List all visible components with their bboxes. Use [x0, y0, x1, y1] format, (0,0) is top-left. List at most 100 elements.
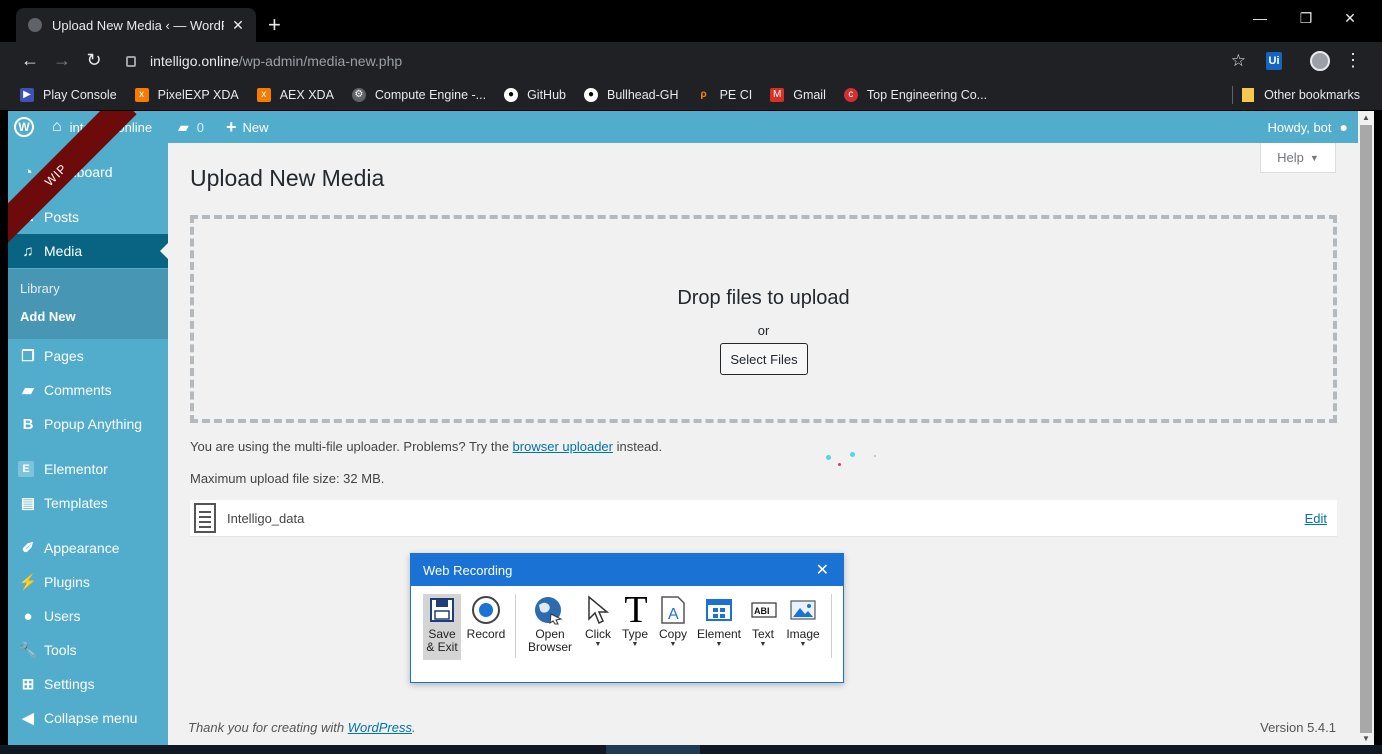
- save-icon: [425, 594, 459, 626]
- bookmark[interactable]: ⚙ Compute Engine -...: [351, 88, 487, 102]
- type-button[interactable]: T Type ▼: [619, 589, 651, 660]
- restore-icon[interactable]: ❐: [1296, 10, 1316, 27]
- chevron-down-icon: ▼: [594, 641, 602, 648]
- my-account-link[interactable]: Howdy, bot ●: [1267, 111, 1348, 143]
- bookmark-label: Gmail: [793, 88, 826, 102]
- xda-icon: x: [256, 88, 271, 102]
- submenu-library[interactable]: Library: [20, 281, 60, 296]
- menu-elementor[interactable]: E Elementor: [8, 452, 168, 486]
- drop-zone[interactable]: Drop files to upload or Select Files: [190, 215, 1337, 423]
- bookmark[interactable]: x AEX XDA: [256, 88, 334, 102]
- menu-popup-anything[interactable]: B Popup Anything: [8, 407, 168, 441]
- tool-label: Open Browser: [527, 627, 572, 654]
- new-label: New: [242, 119, 269, 135]
- file-name: Intelligo_data: [227, 511, 305, 526]
- bookmark-label: AEX XDA: [279, 88, 334, 102]
- page-scrollbar[interactable]: ▲ ▼: [1358, 111, 1374, 745]
- text-button[interactable]: ABI Text ▼: [747, 594, 779, 660]
- bookmark[interactable]: ρ PE CI: [697, 88, 752, 102]
- forward-icon[interactable]: →: [50, 50, 74, 70]
- address-bar[interactable]: intelligo.online/wp-admin/media-new.php …: [114, 46, 1250, 76]
- bookmark[interactable]: M Gmail: [770, 88, 826, 102]
- copy-button[interactable]: A Copy ▼: [655, 594, 691, 660]
- chevron-down-icon: ▼: [1309, 152, 1319, 163]
- click-button[interactable]: Click ▼: [581, 594, 615, 660]
- type-icon: T: [624, 589, 648, 631]
- note-text: instead.: [612, 439, 663, 454]
- collapse-menu-button[interactable]: ◀ Collapse menu: [8, 701, 168, 735]
- save-exit-button[interactable]: Save & Exit: [423, 594, 461, 660]
- new-tab-button[interactable]: +: [268, 12, 281, 38]
- menu-templates[interactable]: ▤ Templates: [8, 486, 168, 520]
- click-icon: [581, 594, 615, 626]
- svg-text:A: A: [668, 606, 679, 623]
- bookmark-label: Compute Engine -...: [374, 88, 487, 102]
- close-window-icon[interactable]: ✕: [1340, 10, 1360, 27]
- menu-label: Appearance: [44, 540, 120, 556]
- taskbar-active-item[interactable]: [606, 745, 700, 754]
- menu-appearance[interactable]: ✐ Appearance: [8, 531, 168, 565]
- bookmark[interactable]: ● GitHub: [504, 88, 566, 102]
- submenu-add-new[interactable]: Add New: [20, 309, 76, 324]
- bookmark[interactable]: x PixelEXP XDA: [134, 88, 239, 102]
- scroll-up-icon[interactable]: ▲: [1358, 113, 1374, 122]
- pe-ci-icon: ρ: [700, 89, 707, 100]
- browser-menu-icon[interactable]: ⋮: [1344, 50, 1362, 71]
- element-icon: [702, 594, 736, 626]
- compute-engine-icon: ⚙: [351, 88, 366, 102]
- spinner-dot: [838, 463, 841, 466]
- menu-label: Popup Anything: [44, 416, 143, 432]
- new-content-link[interactable]: + New: [226, 111, 269, 143]
- close-tab-icon[interactable]: ✕: [230, 17, 246, 34]
- comments-link[interactable]: ▰ 0: [178, 111, 204, 143]
- menu-plugins[interactable]: ⚡ Plugins: [8, 565, 168, 599]
- tool-label: Text: [751, 627, 774, 641]
- scroll-thumb[interactable]: [1360, 125, 1372, 733]
- spinner-dot: [874, 455, 876, 457]
- edit-link[interactable]: Edit: [1305, 511, 1327, 526]
- menu-label: Users: [44, 608, 81, 624]
- close-icon[interactable]: ✕: [816, 560, 829, 580]
- open-browser-button[interactable]: Open Browser: [523, 594, 577, 660]
- element-button[interactable]: Element ▼: [695, 594, 743, 660]
- menu-settings[interactable]: ⊞ Settings: [8, 667, 168, 701]
- menu-tools[interactable]: 🔧 Tools: [8, 633, 168, 667]
- chevron-down-icon: ▼: [669, 641, 677, 648]
- browser-tab[interactable]: Upload New Media ‹ — WordPre ✕: [16, 8, 256, 42]
- back-icon[interactable]: ←: [18, 50, 42, 70]
- tool-label: Record: [466, 627, 506, 641]
- svg-text:ABI: ABI: [754, 606, 770, 616]
- bookmark[interactable]: ▶ Play Console: [20, 88, 117, 102]
- tab-strip: Upload New Media ‹ — WordPre ✕ + — ❐ ✕: [0, 0, 1382, 42]
- help-button[interactable]: Help ▼: [1260, 143, 1336, 173]
- menu-pages[interactable]: ❐ Pages: [8, 339, 168, 373]
- other-bookmarks[interactable]: Other bookmarks: [1242, 80, 1360, 110]
- url-host: intelligo.online: [150, 53, 239, 69]
- select-files-button[interactable]: Select Files: [720, 343, 808, 375]
- image-button[interactable]: Image ▼: [783, 594, 823, 660]
- pages-icon: ❐: [21, 348, 35, 365]
- tool-label: Type: [621, 627, 648, 641]
- comments-count: 0: [196, 119, 205, 135]
- menu-users[interactable]: ● Users: [8, 599, 168, 633]
- bookmark[interactable]: c Top Engineering Co...: [843, 88, 987, 102]
- url-path: /wp-admin/media-new.php: [238, 53, 403, 69]
- settings-icon: ⊞: [21, 676, 35, 693]
- appearance-icon: ✐: [21, 540, 35, 557]
- uipath-extension-icon[interactable]: Ui: [1266, 52, 1282, 70]
- browser-uploader-link[interactable]: browser uploader: [513, 439, 613, 454]
- bookmark-star-icon[interactable]: ☆: [1231, 51, 1246, 71]
- record-icon: [469, 594, 503, 626]
- profile-avatar[interactable]: [1310, 51, 1330, 71]
- loading-spinner: [824, 449, 884, 469]
- wordpress-link[interactable]: WordPress: [348, 720, 412, 735]
- menu-comments[interactable]: ▰ Comments: [8, 373, 168, 407]
- scroll-down-icon[interactable]: ▼: [1358, 734, 1374, 743]
- recorder-header: Web Recording ✕: [411, 554, 843, 586]
- bookmark[interactable]: ● Bullhead-GH: [583, 88, 679, 102]
- note-text: You are using the multi-file uploader. P…: [190, 439, 513, 454]
- tab-title: Upload New Media ‹ — WordPre: [52, 17, 224, 33]
- minimize-icon[interactable]: —: [1250, 10, 1270, 26]
- record-button[interactable]: Record: [465, 594, 507, 660]
- reload-icon[interactable]: ↻: [82, 50, 106, 70]
